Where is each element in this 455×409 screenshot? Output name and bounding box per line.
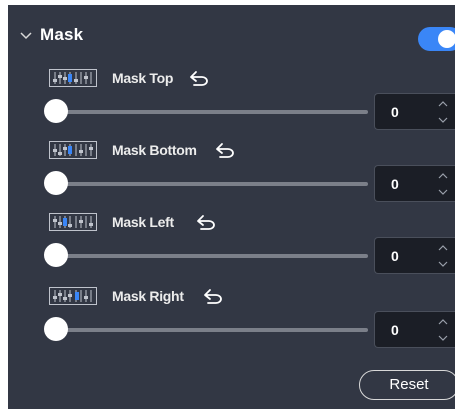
sliders-icon — [49, 287, 97, 305]
undo-icon[interactable] — [186, 70, 210, 86]
mask-right-control: Mask Right 0 — [8, 287, 455, 359]
mask-right-slider-track[interactable] — [52, 328, 368, 332]
undo-icon[interactable] — [200, 288, 224, 304]
toggle-knob — [438, 30, 455, 48]
chevron-down-icon[interactable] — [18, 28, 34, 44]
mask-left-slider-track[interactable] — [52, 254, 368, 258]
mask-left-input[interactable]: 0 — [374, 237, 455, 274]
mask-left-slider-thumb[interactable] — [44, 243, 68, 267]
spinner-arrows-icon[interactable] — [437, 170, 449, 198]
mask-right-slider-thumb[interactable] — [44, 317, 68, 341]
mask-left-value: 0 — [391, 248, 399, 264]
mask-panel: Mask Mask Top 0 Mask Bottom 0 Mask Left … — [8, 5, 455, 409]
mask-top-value: 0 — [391, 104, 399, 120]
mask-left-label: Mask Left — [112, 214, 174, 230]
mask-top-input[interactable]: 0 — [374, 93, 455, 130]
undo-icon[interactable] — [193, 214, 217, 230]
sliders-icon — [49, 69, 97, 87]
mask-bottom-input[interactable]: 0 — [374, 165, 455, 202]
mask-bottom-label: Mask Bottom — [112, 142, 197, 158]
mask-right-label: Mask Right — [112, 288, 184, 304]
mask-right-value: 0 — [391, 322, 399, 338]
undo-icon[interactable] — [212, 142, 236, 158]
mask-section-header[interactable]: Mask — [8, 5, 455, 61]
mask-left-control: Mask Left 0 — [8, 213, 455, 285]
mask-bottom-slider-thumb[interactable] — [44, 171, 68, 195]
mask-enable-toggle[interactable] — [418, 27, 455, 51]
mask-top-control: Mask Top 0 — [8, 69, 455, 141]
mask-bottom-slider-track[interactable] — [52, 182, 368, 186]
spinner-arrows-icon[interactable] — [437, 98, 449, 126]
mask-top-slider-track[interactable] — [52, 110, 368, 114]
mask-bottom-control: Mask Bottom 0 — [8, 141, 455, 213]
mask-right-input[interactable]: 0 — [374, 311, 455, 348]
section-title: Mask — [40, 25, 84, 44]
sliders-icon — [49, 141, 97, 159]
mask-top-slider-thumb[interactable] — [44, 99, 68, 123]
reset-button[interactable]: Reset — [359, 370, 455, 400]
mask-top-label: Mask Top — [112, 70, 174, 86]
spinner-arrows-icon[interactable] — [437, 316, 449, 344]
spinner-arrows-icon[interactable] — [437, 242, 449, 270]
mask-bottom-value: 0 — [391, 176, 399, 192]
sliders-icon — [49, 213, 97, 231]
